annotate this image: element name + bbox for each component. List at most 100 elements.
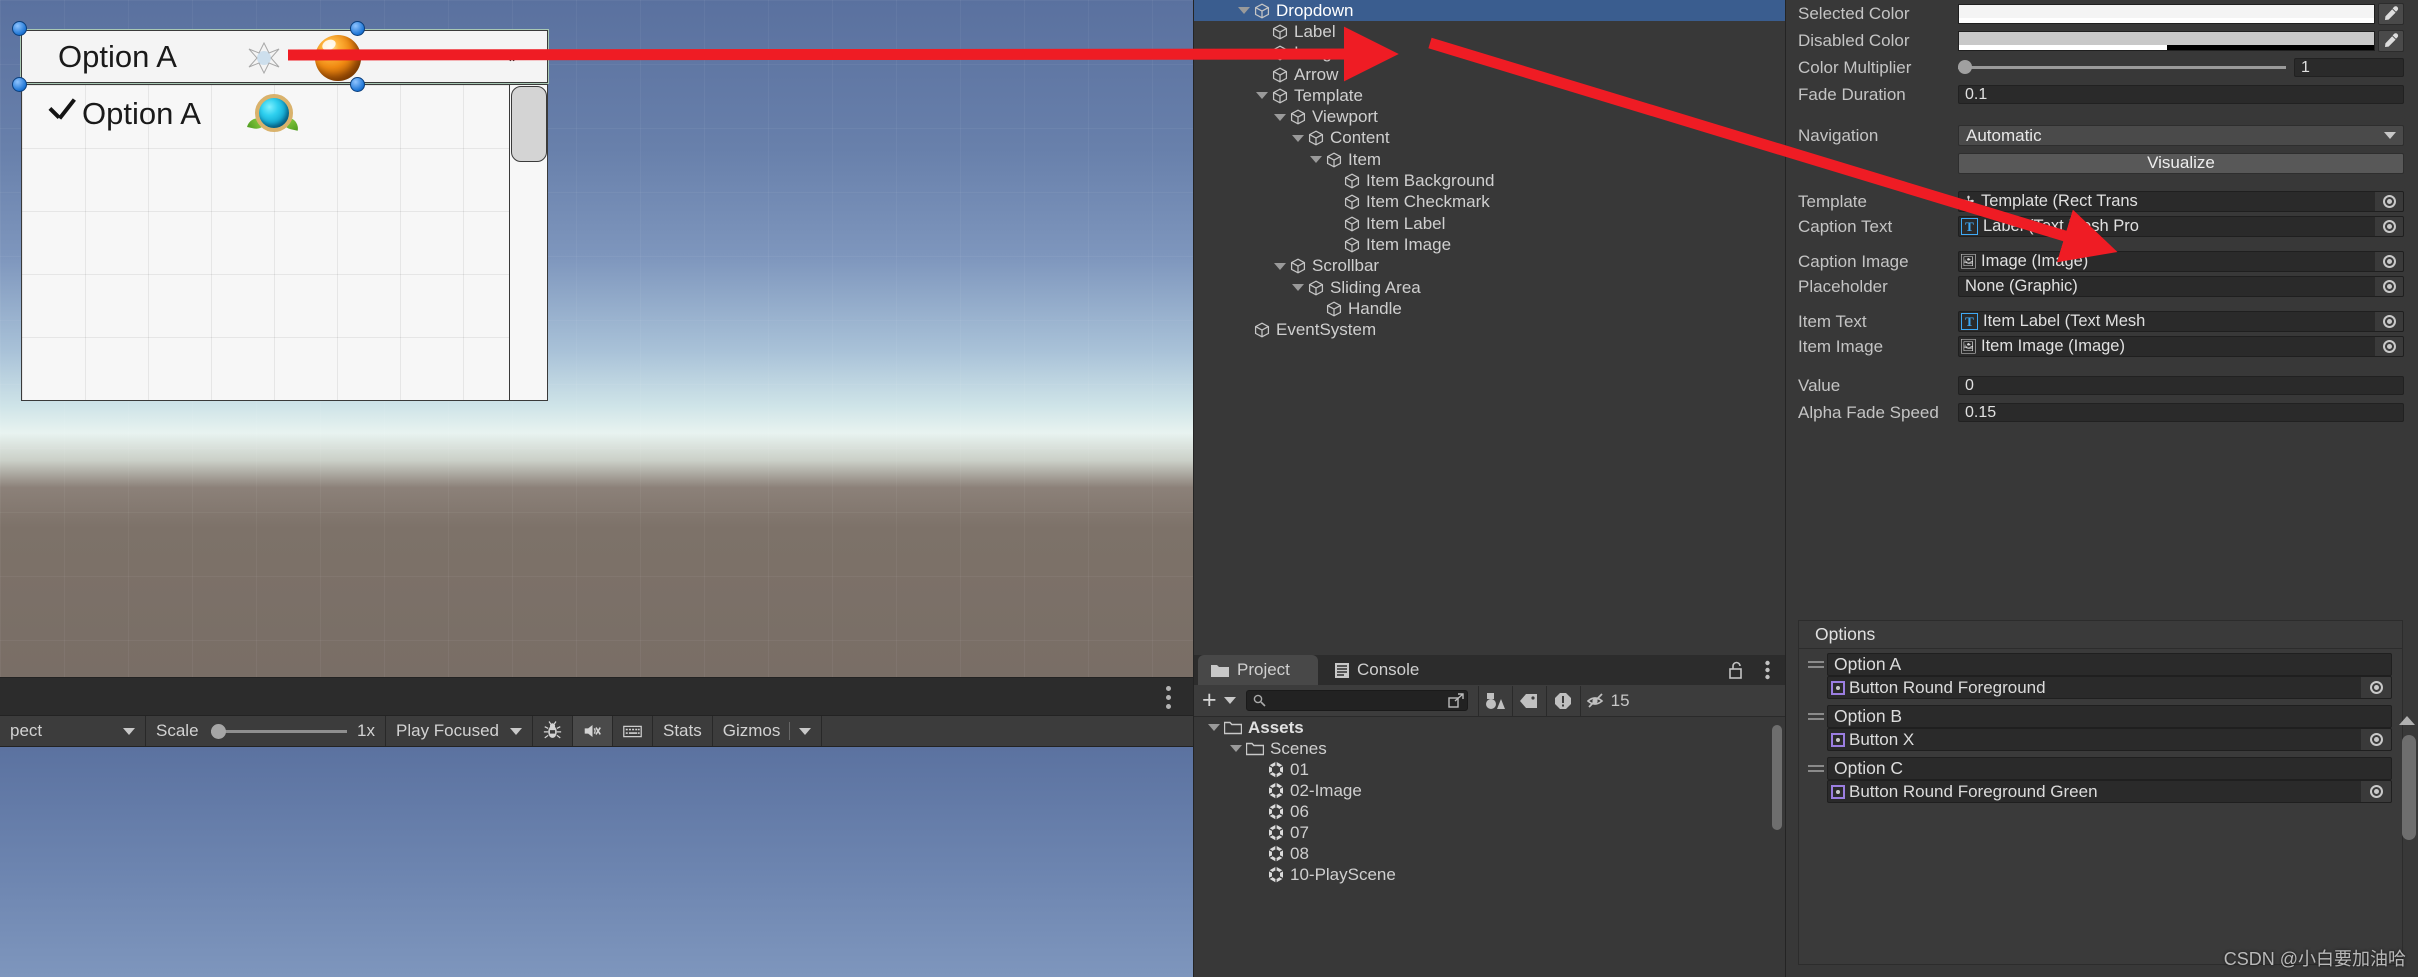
object-picker-icon[interactable] <box>2369 733 2383 746</box>
search-field[interactable] <box>1269 692 1420 709</box>
keyboard-input-toggle[interactable] <box>613 716 653 746</box>
game-view-canvas[interactable]: Option A Option A <box>0 0 1193 677</box>
object-field-value[interactable]: None (Graphic) <box>1958 276 2404 297</box>
option-text[interactable]: Option B <box>1827 705 2392 728</box>
hierarchy-row[interactable]: Scrollbar <box>1194 256 1785 277</box>
object-picker-icon[interactable] <box>2382 195 2396 208</box>
object-field-value[interactable]: ✢ Template (Rect Trans <box>1958 191 2404 212</box>
object-picker-icon[interactable] <box>2382 340 2396 353</box>
gizmos-dropdown[interactable]: Gizmos <box>713 716 823 746</box>
hierarchy-panel[interactable]: Dropdown Label Image Arrow Template Viewport C… <box>1193 0 1785 655</box>
project-tree-row[interactable]: 10-PlayScene <box>1194 864 1786 885</box>
hierarchy-row[interactable]: Viewport <box>1194 106 1785 127</box>
value-row[interactable]: Value 0 <box>1786 372 2418 399</box>
plus-icon[interactable]: + <box>1202 688 1217 713</box>
disabled-color-row[interactable]: Disabled Color <box>1786 27 2418 54</box>
tab-project[interactable]: Project <box>1198 655 1318 685</box>
foldout-open-icon[interactable] <box>1230 745 1242 752</box>
filter-by-label-icon[interactable] <box>1511 685 1546 716</box>
fade-duration-row[interactable]: Fade Duration 0.1 <box>1786 81 2418 108</box>
selection-handle-tr[interactable] <box>350 21 365 36</box>
template-scrollbar[interactable] <box>509 85 547 400</box>
selection-handle-bl[interactable] <box>12 77 27 92</box>
foldout-open-icon[interactable] <box>1292 284 1304 291</box>
hidden-items-toggle[interactable]: 15 <box>1579 685 1636 716</box>
mute-audio-toggle[interactable] <box>573 716 613 746</box>
option-entry[interactable]: Option A Button Round Foreground <box>1799 649 2402 701</box>
hierarchy-row[interactable]: Image <box>1194 43 1785 64</box>
hierarchy-row[interactable]: Item Checkmark <box>1194 192 1785 213</box>
object-field-row[interactable]: Placeholder None (Graphic) <box>1786 274 2418 299</box>
unlock-icon[interactable] <box>1728 661 1744 685</box>
alpha-fade-speed-field[interactable]: 0.15 <box>1958 403 2404 422</box>
disabled-color-swatch[interactable] <box>1958 30 2375 51</box>
option-sprite-field[interactable]: Button Round Foreground Green <box>1827 780 2392 803</box>
project-scrollbar-handle[interactable] <box>1772 725 1782 830</box>
hierarchy-row[interactable]: Label <box>1194 21 1785 42</box>
object-field-row[interactable]: Item Image 🖼 Item Image (Image) <box>1786 334 2418 359</box>
drag-handle-icon[interactable] <box>1805 661 1827 668</box>
dropdown-template[interactable]: Option A <box>21 84 548 401</box>
object-field-value[interactable]: 🖼 Item Image (Image) <box>1958 336 2404 357</box>
project-tree-row[interactable]: Scenes <box>1194 738 1786 759</box>
object-field-value[interactable]: 🖼 Image (Image) <box>1958 251 2404 272</box>
hierarchy-row[interactable]: Item Label <box>1194 213 1785 234</box>
hierarchy-row[interactable]: Handle <box>1194 298 1785 319</box>
hierarchy-row[interactable]: Dropdown <box>1194 0 1785 22</box>
drag-handle-icon[interactable] <box>1805 765 1827 772</box>
selected-color-swatch[interactable] <box>1958 3 2375 24</box>
object-field-row[interactable]: Caption Image 🖼 Image (Image) <box>1786 249 2418 274</box>
hierarchy-row[interactable]: Content <box>1194 128 1785 149</box>
option-text[interactable]: Option A <box>1827 653 2392 676</box>
color-multiplier-row[interactable]: Color Multiplier 1 <box>1786 54 2418 81</box>
more-options-icon[interactable] <box>1765 660 1770 685</box>
object-picker-icon[interactable] <box>2369 681 2383 694</box>
foldout-open-icon[interactable] <box>1256 92 1268 100</box>
options-list[interactable]: Options Option A Button Round Foreground O… <box>1798 620 2403 965</box>
dropdown-caption[interactable]: Option A <box>21 30 548 83</box>
foldout-open-icon[interactable] <box>1208 724 1220 731</box>
scale-slider-group[interactable]: Scale 1x <box>146 716 386 746</box>
scale-slider[interactable] <box>210 723 348 739</box>
eyedropper-icon[interactable] <box>2378 29 2404 52</box>
hierarchy-row[interactable]: Template <box>1194 85 1785 106</box>
option-sprite-field[interactable]: Button X <box>1827 728 2392 751</box>
option-sprite-field[interactable]: Button Round Foreground <box>1827 676 2392 699</box>
inspector-scrollbar-handle[interactable] <box>2402 735 2416 840</box>
chevron-down-icon[interactable] <box>1223 697 1236 704</box>
stats-toggle[interactable]: Stats <box>653 716 713 746</box>
value-field[interactable]: 0 <box>1958 376 2404 395</box>
drag-handle-icon[interactable] <box>1805 713 1827 720</box>
option-entry[interactable]: Option B Button X <box>1799 701 2402 753</box>
navigation-dropdown[interactable]: Automatic <box>1958 125 2404 146</box>
object-picker-icon[interactable] <box>2369 785 2383 798</box>
filter-warning-icon[interactable] <box>1545 685 1580 716</box>
project-tree[interactable]: Assets Scenes 01 02-Image 06 07 08 10-PlayScene <box>1194 717 1786 977</box>
object-field-value[interactable]: T Item Label (Text Mesh <box>1958 311 2404 332</box>
foldout-open-icon[interactable] <box>1274 262 1286 270</box>
project-tree-row[interactable]: 06 <box>1194 801 1786 822</box>
hierarchy-row[interactable]: Item Image <box>1194 234 1785 255</box>
selection-handle-tl[interactable] <box>12 21 27 36</box>
foldout-open-icon[interactable] <box>1274 113 1286 121</box>
project-tree-row[interactable]: 01 <box>1194 759 1786 780</box>
foldout-open-icon[interactable] <box>1292 134 1304 142</box>
fade-duration-value[interactable]: 0.1 <box>1958 85 2404 104</box>
hierarchy-row[interactable]: Item Background <box>1194 170 1785 191</box>
filter-by-type-icon[interactable] <box>1477 685 1512 716</box>
object-field-row[interactable]: Caption Text T Label (Text Mesh Pro <box>1786 214 2418 239</box>
tab-console[interactable]: Console <box>1322 655 1447 685</box>
alpha-fade-speed-row[interactable]: Alpha Fade Speed 0.15 <box>1786 399 2418 426</box>
visualize-row[interactable]: Visualize <box>1786 149 2418 177</box>
selected-color-row[interactable]: Selected Color <box>1786 0 2418 27</box>
more-options-icon[interactable] <box>1166 686 1171 709</box>
search-input[interactable] <box>1245 690 1468 711</box>
foldout-open-icon[interactable] <box>1310 156 1322 164</box>
hierarchy-row[interactable]: Item <box>1194 149 1785 170</box>
object-picker-icon[interactable] <box>2382 280 2396 293</box>
option-text[interactable]: Option C <box>1827 757 2392 780</box>
project-tree-row[interactable]: 02-Image <box>1194 780 1786 801</box>
visualize-button[interactable]: Visualize <box>1958 152 2404 174</box>
project-tree-row[interactable]: 08 <box>1194 843 1786 864</box>
project-tree-row[interactable]: 07 <box>1194 822 1786 843</box>
